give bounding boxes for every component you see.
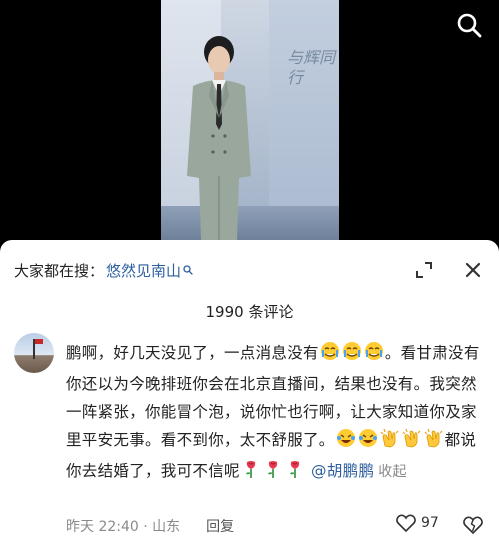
search-icon bbox=[457, 13, 482, 38]
close-icon bbox=[465, 262, 481, 278]
crying-face-emoji bbox=[364, 341, 384, 370]
video-frame: 与辉同行 bbox=[161, 0, 339, 240]
clapping-hands-emoji bbox=[424, 428, 444, 457]
laugh-cry-emoji bbox=[336, 428, 356, 457]
rose-emoji bbox=[241, 459, 261, 488]
comment-timestamp: 昨天 22:40 · 山东 bbox=[66, 519, 181, 535]
broken-heart-icon bbox=[463, 516, 483, 534]
video-player[interactable]: 与辉同行 bbox=[0, 0, 499, 240]
like-button[interactable]: 97 bbox=[396, 514, 439, 532]
comments-sheet: 大家都在搜： 悠然见南山 1990 条评论 鹏啊，好几天没见了，一点消息没有 。看… bbox=[0, 240, 499, 542]
backdrop-panel bbox=[269, 0, 339, 240]
expand-button[interactable] bbox=[411, 257, 437, 283]
like-count: 97 bbox=[421, 515, 439, 531]
crying-face-emoji bbox=[320, 341, 340, 370]
comment-text: 鹏啊，好几天没见了，一点消息没有 。看甘肃没有你还以为今晚排班你会在北京直播间，结… bbox=[66, 339, 486, 488]
comment-count: 1990 条评论 bbox=[205, 303, 294, 321]
dislike-button[interactable] bbox=[462, 514, 484, 536]
clapping-hands-emoji bbox=[380, 428, 400, 457]
stage-logo-text: 与辉同行 bbox=[287, 48, 336, 87]
collapse-link[interactable]: 收起 bbox=[378, 464, 407, 480]
crying-face-emoji bbox=[342, 341, 362, 370]
comment-text-part: 鹏啊，好几天没见了，一点消息没有 bbox=[66, 344, 319, 362]
mention-link[interactable]: @胡鹏鹏 bbox=[311, 462, 374, 480]
search-icon bbox=[183, 265, 193, 275]
reply-button[interactable]: 回复 bbox=[206, 516, 234, 536]
rose-emoji bbox=[285, 459, 305, 488]
laugh-cry-emoji bbox=[358, 428, 378, 457]
rose-emoji bbox=[263, 459, 283, 488]
trending-term-link[interactable]: 悠然见南山 bbox=[106, 260, 181, 281]
trending-search-bar[interactable]: 大家都在搜： 悠然见南山 bbox=[14, 259, 193, 281]
comment-meta: 昨天 22:40 · 山东 回复 bbox=[66, 516, 234, 536]
presenter-figure bbox=[187, 36, 251, 240]
avatar[interactable] bbox=[14, 333, 54, 373]
close-button[interactable] bbox=[460, 257, 486, 283]
search-button[interactable] bbox=[454, 10, 484, 40]
avatar-flag bbox=[35, 339, 43, 344]
clapping-hands-emoji bbox=[402, 428, 422, 457]
heart-icon bbox=[396, 514, 416, 532]
trending-label: 大家都在搜： bbox=[14, 261, 105, 280]
expand-icon bbox=[416, 262, 432, 278]
